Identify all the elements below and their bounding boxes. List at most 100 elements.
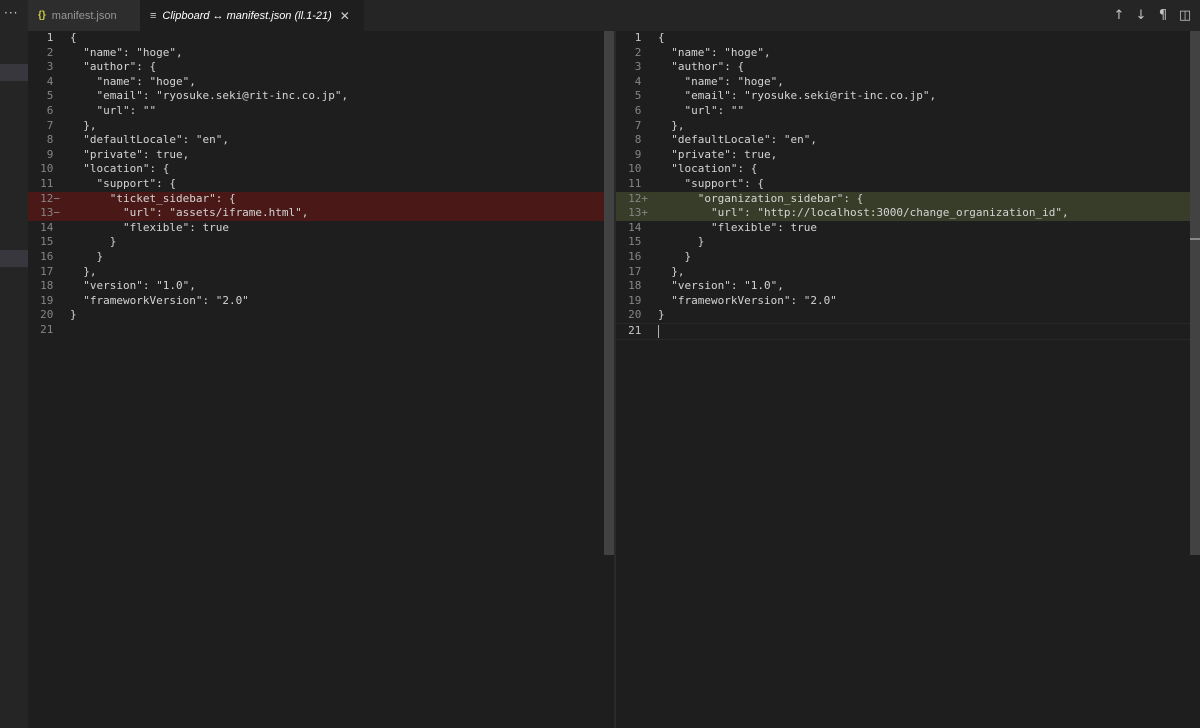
tab-diff[interactable]: ≡ Clipboard ↔ manifest.json (ll.1-21) ✕: [140, 0, 364, 31]
code-line[interactable]: 6 "url": "": [616, 104, 1200, 119]
code-line[interactable]: 3 "author": {: [616, 60, 1200, 75]
line-number: 15: [40, 235, 60, 249]
whitespace-toggle-icon[interactable]: ¶: [1156, 8, 1170, 23]
code-line[interactable]: 15 }: [28, 235, 614, 250]
line-number: 14: [628, 220, 648, 234]
line-number: 13−: [40, 206, 60, 220]
code-line[interactable]: 17 },: [28, 265, 614, 280]
scrollbar-left[interactable]: [604, 31, 614, 555]
line-number: 11: [40, 177, 60, 190]
code-line[interactable]: 3 "author": {: [28, 60, 614, 75]
line-number: 8: [46, 133, 60, 147]
code-text: "name": "hoge",: [70, 74, 196, 88]
split-editor-icon[interactable]: ◫: [1178, 8, 1192, 23]
line-number: 20: [628, 308, 648, 322]
original-editor[interactable]: 1 {2 "name": "hoge", 3 "author": {4 "name…: [28, 31, 614, 728]
line-number: 18: [628, 279, 648, 293]
code-line[interactable]: 1 {: [616, 31, 1200, 46]
code-line[interactable]: 19 "frameworkVersion": "2.0": [616, 294, 1200, 309]
code-text: "location": {: [70, 162, 170, 176]
line-number: 5: [634, 89, 648, 103]
line-number: 3: [634, 60, 648, 74]
modified-editor[interactable]: 1 {2 "name": "hoge", 3 "author": {4 "name…: [616, 31, 1200, 728]
code-line[interactable]: 16 }: [28, 250, 614, 265]
code-line[interactable]: 17 },: [616, 265, 1200, 280]
code-line[interactable]: 9 "private": true,: [616, 148, 1200, 163]
code-text: "version": "1.0",: [70, 279, 196, 293]
code-line[interactable]: 14 "flexible": true: [28, 221, 614, 236]
code-text: "url": "http://localhost:3000/change_org…: [658, 206, 1069, 220]
code-line[interactable]: 1 {: [28, 31, 614, 46]
editor-actions: ↑ ↓ ¶ ◫: [1112, 0, 1192, 31]
code-line[interactable]: 13+ "url": "http://localhost:3000/change…: [616, 206, 1200, 221]
code-text: "support": {: [70, 177, 176, 190]
code-line[interactable]: 12− "ticket_sidebar": {: [28, 191, 614, 207]
code-line[interactable]: 15 }: [616, 235, 1200, 250]
line-number: 4: [46, 74, 60, 88]
code-text: "flexible": true: [70, 220, 229, 234]
close-icon[interactable]: ✕: [340, 9, 350, 23]
line-number: 10: [628, 162, 648, 176]
code-line[interactable]: 20 }: [28, 308, 614, 323]
code-line[interactable]: 4 "name": "hoge",: [28, 75, 614, 90]
code-text: "private": true,: [658, 147, 778, 161]
next-change-icon[interactable]: ↓: [1134, 8, 1148, 23]
line-number: 16: [628, 250, 648, 263]
more-actions-icon[interactable]: ···: [4, 6, 18, 20]
code-line[interactable]: 20 }: [616, 308, 1200, 323]
code-text: "defaultLocale": "en",: [658, 133, 817, 147]
code-line[interactable]: 21: [616, 323, 1200, 340]
code-line[interactable]: 19 "frameworkVersion": "2.0": [28, 294, 614, 309]
code-text: "email": "ryosuke.seki@rit-inc.co.jp",: [658, 89, 937, 103]
line-number: 1: [46, 31, 60, 44]
code-text: }: [70, 250, 104, 263]
code-line[interactable]: 8 "defaultLocale": "en",: [616, 133, 1200, 148]
tab-manifest-json[interactable]: {} manifest.json: [28, 0, 140, 31]
line-number: 6: [46, 104, 60, 117]
code-line[interactable]: 5 "email": "ryosuke.seki@rit-inc.co.jp",: [616, 89, 1200, 104]
code-line[interactable]: 11 "support": {: [616, 177, 1200, 192]
line-number: 5: [46, 89, 60, 103]
code-text: "frameworkVersion": "2.0": [70, 293, 249, 307]
scrollbar-cursor-marker: [1190, 238, 1200, 240]
code-line[interactable]: 5 "email": "ryosuke.seki@rit-inc.co.jp",: [28, 89, 614, 104]
code-line[interactable]: 10 "location": {: [616, 162, 1200, 177]
line-number: 1: [634, 31, 648, 44]
code-line[interactable]: 10 "location": {: [28, 162, 614, 177]
code-line[interactable]: 18 "version": "1.0",: [28, 279, 614, 294]
code-line[interactable]: 4 "name": "hoge",: [616, 75, 1200, 90]
line-number: 3: [46, 60, 60, 74]
json-file-icon: {}: [38, 10, 46, 21]
code-text: {: [658, 31, 665, 44]
line-number: 13+: [628, 206, 648, 220]
code-line[interactable]: 13− "url": "assets/iframe.html",: [28, 206, 614, 221]
code-line[interactable]: 7 },: [616, 119, 1200, 134]
line-number: 10: [40, 162, 60, 176]
line-number: 6: [634, 104, 648, 117]
code-text: "name": "hoge",: [658, 74, 784, 88]
code-line[interactable]: 14 "flexible": true: [616, 221, 1200, 236]
code-line[interactable]: 7 },: [28, 119, 614, 134]
code-line[interactable]: 18 "version": "1.0",: [616, 279, 1200, 294]
line-number: 7: [634, 118, 648, 132]
code-line[interactable]: 2 "name": "hoge",: [616, 46, 1200, 61]
line-number: 8: [634, 133, 648, 147]
previous-change-icon[interactable]: ↑: [1112, 8, 1126, 23]
code-line[interactable]: 2 "name": "hoge",: [28, 46, 614, 61]
code-line[interactable]: 6 "url": "": [28, 104, 614, 119]
code-line[interactable]: 8 "defaultLocale": "en",: [28, 133, 614, 148]
code-line[interactable]: 9 "private": true,: [28, 148, 614, 163]
code-line[interactable]: 16 }: [616, 250, 1200, 265]
code-text: "version": "1.0",: [658, 279, 784, 293]
line-number: 7: [46, 118, 60, 132]
line-number: 2: [46, 45, 60, 59]
code-line[interactable]: 12+ "organization_sidebar": {: [616, 191, 1200, 207]
code-line[interactable]: 11 "support": {: [28, 177, 614, 192]
code-line[interactable]: 21: [28, 323, 614, 338]
line-number: 19: [628, 293, 648, 307]
text-cursor: [658, 324, 659, 338]
tab-label: manifest.json: [51, 9, 117, 22]
code-text: "support": {: [658, 177, 764, 190]
code-text: "frameworkVersion": "2.0": [658, 293, 837, 307]
scrollbar-right[interactable]: [1190, 31, 1200, 555]
